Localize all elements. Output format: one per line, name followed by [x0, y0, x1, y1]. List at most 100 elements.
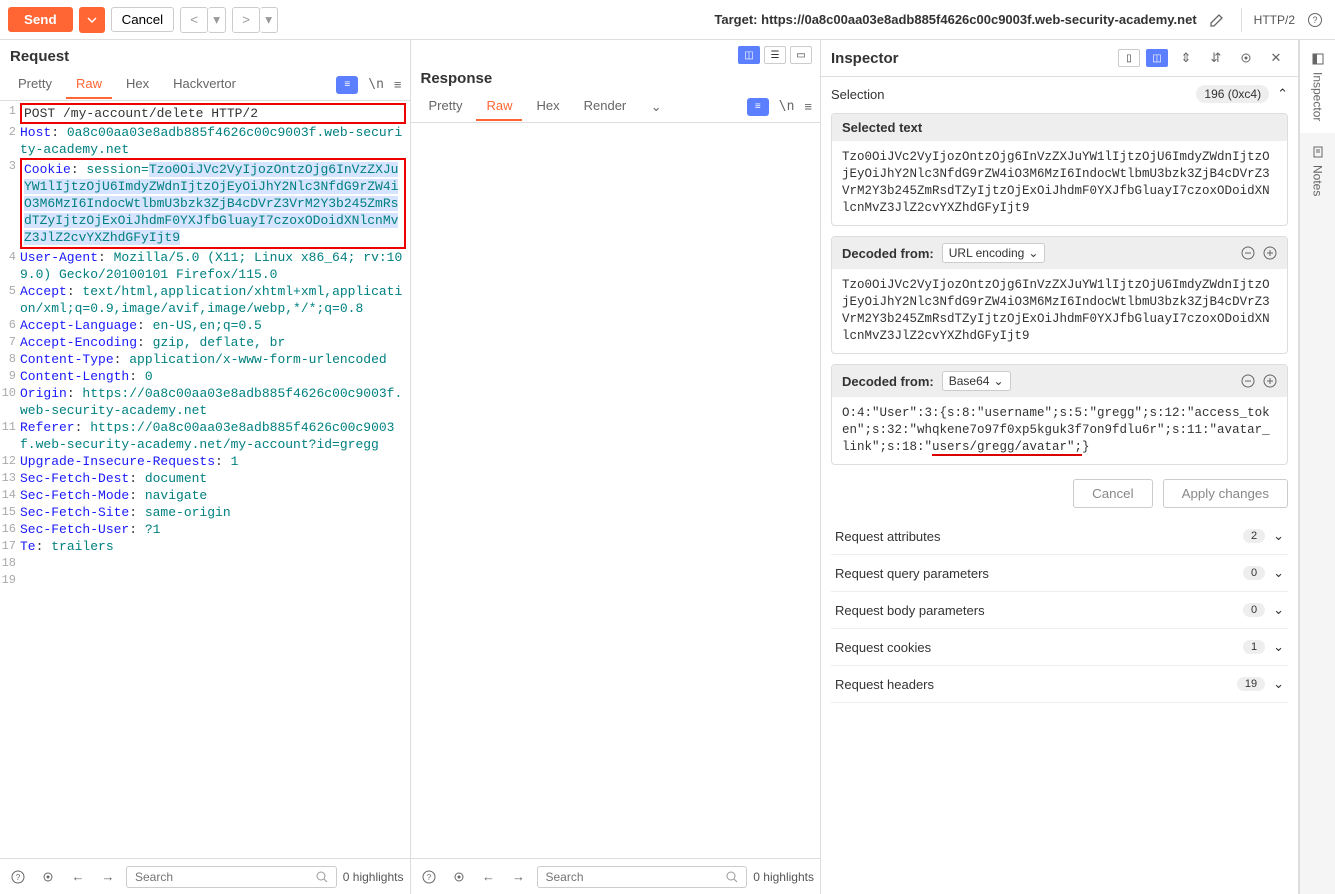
gear-icon[interactable]	[447, 865, 471, 889]
request-search-input[interactable]	[135, 870, 310, 884]
collapse-icon[interactable]: ⇵	[1204, 46, 1228, 70]
editor-line[interactable]: 19	[0, 572, 410, 589]
inspector-attr-row[interactable]: Request headers19⌄	[831, 666, 1288, 703]
editor-line[interactable]: 18	[0, 555, 410, 572]
chevron-down-icon	[87, 15, 97, 25]
layout-rows-button[interactable]: ☰	[764, 46, 786, 64]
selection-row[interactable]: Selection 196 (0xc4) ⌃	[831, 85, 1288, 103]
selected-text-body[interactable]: Tzo0OiJVc2VyIjozOntzOjg6InVzZXJuYW1lIjtz…	[832, 141, 1287, 225]
tab-raw[interactable]: Raw	[476, 92, 522, 121]
plus-icon[interactable]	[1263, 374, 1277, 388]
history-back-dropdown[interactable]: ▾	[208, 7, 226, 33]
editor-line[interactable]: 5Accept: text/html,application/xhtml+xml…	[0, 283, 410, 317]
tab-hackvertor[interactable]: Hackvertor	[163, 70, 246, 99]
gear-icon[interactable]	[36, 865, 60, 889]
tab-raw[interactable]: Raw	[66, 70, 112, 99]
search-icon	[316, 871, 328, 883]
sidebar-tab-inspector[interactable]: Inspector	[1300, 40, 1335, 133]
inspector-panel: Inspector ▯ ◫ ⇕ ⇵ ✕ Selection 196 (0xc4)…	[821, 40, 1299, 894]
decoding-type-select[interactable]: Base64 ⌄	[942, 371, 1011, 391]
inspector-title: Inspector	[831, 50, 1112, 67]
arrow-right-icon[interactable]: →	[96, 865, 120, 889]
inspector-attr-row[interactable]: Request cookies1⌄	[831, 629, 1288, 666]
editor-line[interactable]: 8Content-Type: application/x-www-form-ur…	[0, 351, 410, 368]
editor-line[interactable]: 6Accept-Language: en-US,en;q=0.5	[0, 317, 410, 334]
arrow-right-icon[interactable]: →	[507, 865, 531, 889]
editor-line[interactable]: 7Accept-Encoding: gzip, deflate, br	[0, 334, 410, 351]
selected-text-header: Selected text	[832, 114, 1287, 141]
response-highlights: 0 highlights	[753, 870, 814, 884]
edit-target-icon[interactable]	[1205, 8, 1229, 32]
layout-columns-button[interactable]: ◫	[738, 46, 760, 64]
newline-icon[interactable]: \n	[779, 99, 795, 114]
chevron-up-icon[interactable]: ⌃	[1277, 86, 1288, 102]
layout-btn-2[interactable]: ◫	[1146, 49, 1168, 67]
help-icon[interactable]: ?	[6, 865, 30, 889]
editor-line[interactable]: 11Referer: https://0a8c00aa03e8adb885f46…	[0, 419, 410, 453]
response-search[interactable]	[537, 866, 748, 888]
decoded-url-card: Decoded from: URL encoding ⌄ Tzo0OiJVc2V…	[831, 236, 1288, 354]
tab-pretty[interactable]: Pretty	[8, 70, 62, 99]
arrow-left-icon[interactable]: ←	[66, 865, 90, 889]
send-button[interactable]: Send	[8, 7, 73, 32]
editor-line[interactable]: 12Upgrade-Insecure-Requests: 1	[0, 453, 410, 470]
help-icon[interactable]: ?	[1303, 8, 1327, 32]
request-editor[interactable]: 1POST /my-account/delete HTTP/22Host: 0a…	[0, 101, 410, 858]
decoding-type-select[interactable]: URL encoding ⌄	[942, 243, 1046, 263]
editor-line[interactable]: 10Origin: https://0a8c00aa03e8adb885f462…	[0, 385, 410, 419]
sidebar-tab-notes[interactable]: Notes	[1300, 133, 1335, 208]
history-forward-button[interactable]: >	[232, 7, 260, 33]
chevron-down-icon: ⌄	[1273, 602, 1284, 618]
history-back-button[interactable]: <	[180, 7, 208, 33]
response-editor[interactable]	[411, 123, 821, 858]
inspector-attr-row[interactable]: Request query parameters0⌄	[831, 555, 1288, 592]
cancel-button[interactable]: Cancel	[111, 7, 175, 32]
arrow-left-icon[interactable]: ←	[477, 865, 501, 889]
inspector-attr-row[interactable]: Request body parameters0⌄	[831, 592, 1288, 629]
tab-hex[interactable]: Hex	[116, 70, 159, 99]
tab-pretty[interactable]: Pretty	[419, 92, 473, 121]
send-options-button[interactable]	[79, 7, 105, 33]
inspector-apply-button[interactable]: Apply changes	[1163, 479, 1288, 508]
expand-icon[interactable]: ⇕	[1174, 46, 1198, 70]
editor-line[interactable]: 9Content-Length: 0	[0, 368, 410, 385]
editor-line[interactable]: 13Sec-Fetch-Dest: document	[0, 470, 410, 487]
editor-line[interactable]: 17Te: trailers	[0, 538, 410, 555]
inspector-attr-row[interactable]: Request attributes2⌄	[831, 518, 1288, 555]
plus-icon[interactable]	[1263, 246, 1277, 260]
editor-line[interactable]: 16Sec-Fetch-User: ?1	[0, 521, 410, 538]
editor-line[interactable]: 3Cookie: session=Tzo0OiJVc2VyIjozOntzOjg…	[0, 158, 410, 249]
menu-icon[interactable]: ≡	[394, 77, 402, 92]
editor-line[interactable]: 2Host: 0a8c00aa03e8adb885f4626c00c9003f.…	[0, 124, 410, 158]
selection-label: Selection	[831, 87, 1188, 102]
wrap-toggle-icon[interactable]: ≡	[336, 76, 358, 94]
request-search[interactable]	[126, 866, 337, 888]
decoded-url-body[interactable]: Tzo0OiJVc2VyIjozOntzOjg6InVzZXJuYW1lIjtz…	[832, 269, 1287, 353]
editor-line[interactable]: 15Sec-Fetch-Site: same-origin	[0, 504, 410, 521]
minus-icon[interactable]	[1241, 246, 1255, 260]
wrap-toggle-icon[interactable]: ≡	[747, 98, 769, 116]
protocol-label: HTTP/2	[1254, 13, 1295, 27]
gear-icon[interactable]	[1234, 46, 1258, 70]
layout-btn-1[interactable]: ▯	[1118, 49, 1140, 67]
inspector-cancel-button[interactable]: Cancel	[1073, 479, 1153, 508]
selected-text-card: Selected text Tzo0OiJVc2VyIjozOntzOjg6In…	[831, 113, 1288, 226]
editor-line[interactable]: 1POST /my-account/delete HTTP/2	[0, 103, 410, 124]
decoded-base64-body[interactable]: O:4:"User":3:{s:8:"username";s:5:"gregg"…	[832, 397, 1287, 464]
chevron-down-icon: ⌄	[993, 374, 1003, 388]
tab-render[interactable]: Render	[574, 92, 637, 121]
newline-icon[interactable]: \n	[368, 77, 384, 92]
editor-line[interactable]: 14Sec-Fetch-Mode: navigate	[0, 487, 410, 504]
history-forward-dropdown[interactable]: ▾	[260, 7, 278, 33]
response-search-input[interactable]	[546, 870, 721, 884]
top-toolbar: Send Cancel < ▾ > ▾ Target: https://0a8c…	[0, 0, 1335, 40]
chevron-down-icon[interactable]: ⌄	[644, 95, 668, 119]
layout-combined-button[interactable]: ▭	[790, 46, 812, 64]
editor-line[interactable]: 4User-Agent: Mozilla/5.0 (X11; Linux x86…	[0, 249, 410, 283]
chevron-down-icon: ⌄	[1273, 528, 1284, 544]
minus-icon[interactable]	[1241, 374, 1255, 388]
help-icon[interactable]: ?	[417, 865, 441, 889]
close-icon[interactable]: ✕	[1264, 46, 1288, 70]
tab-hex[interactable]: Hex	[526, 92, 569, 121]
menu-icon[interactable]: ≡	[804, 99, 812, 114]
